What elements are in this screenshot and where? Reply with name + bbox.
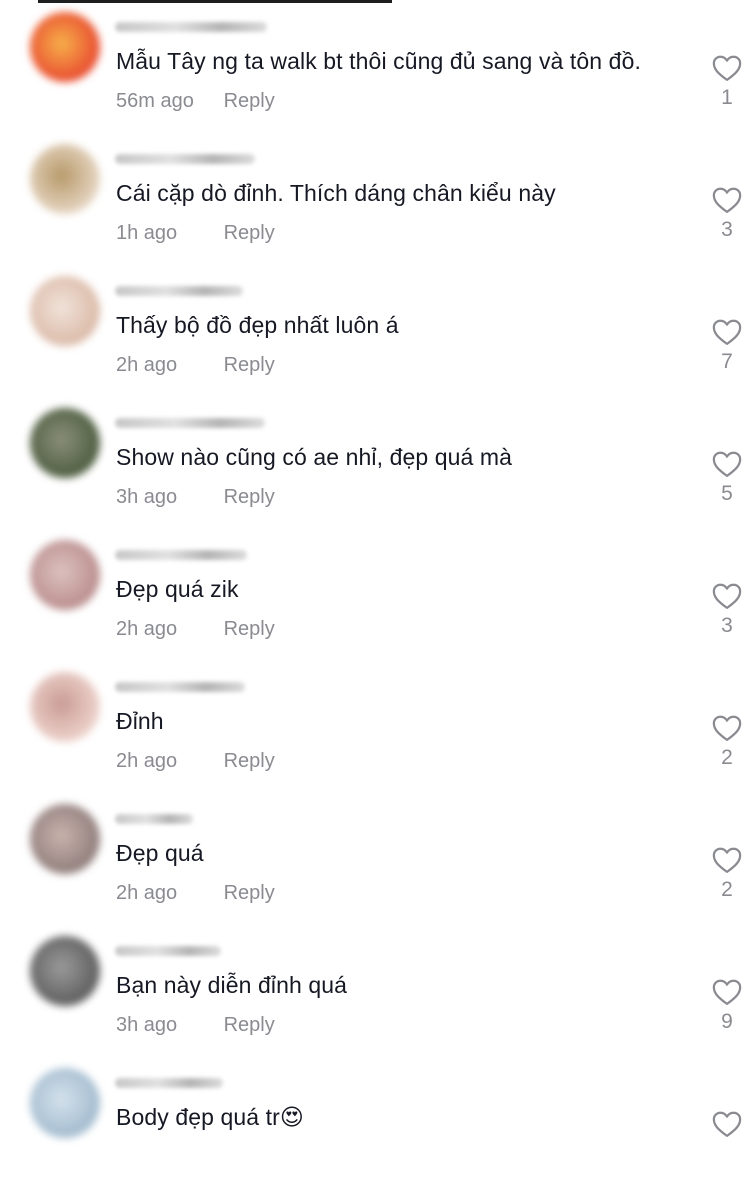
avatar[interactable] [30, 804, 100, 874]
comment-meta: 3h ago Reply [116, 1014, 275, 1037]
comment-time: 3h ago [116, 486, 178, 508]
like-count: 2 [721, 746, 733, 769]
comment-meta: 56m ago Reply [116, 90, 275, 113]
comment-time: 1h ago [116, 222, 178, 244]
reply-button[interactable]: Reply [224, 1014, 275, 1037]
avatar[interactable] [30, 672, 100, 742]
heart-icon[interactable] [712, 978, 742, 1006]
comment-item: Show nào cũng có ae nhỉ, đẹp quá mà 3h a… [0, 396, 756, 528]
comment-item: Cái cặp dò đỉnh. Thích dáng chân kiểu nà… [0, 132, 756, 264]
comment-text: Bạn này diễn đỉnh quá [116, 972, 348, 998]
username-blurred[interactable] [115, 814, 193, 824]
comment-meta: 2h ago Reply [116, 882, 275, 905]
comment-text: Cái cặp dò đỉnh. Thích dáng chân kiểu nà… [116, 180, 556, 206]
heart-icon[interactable] [712, 714, 742, 742]
comment-time: 3h ago [116, 1014, 178, 1036]
comment-item: Đỉnh 2h ago Reply 2 [0, 660, 756, 792]
comment-time: 2h ago [116, 882, 178, 904]
username-blurred[interactable] [115, 946, 221, 956]
comment-time: 2h ago [116, 354, 178, 376]
comment-meta: 3h ago Reply [116, 486, 275, 509]
username-blurred[interactable] [115, 1078, 223, 1088]
avatar[interactable] [30, 1068, 100, 1138]
heart-icon[interactable] [712, 318, 742, 346]
heart-icon[interactable] [712, 846, 742, 874]
like-count: 2 [721, 878, 733, 901]
reply-button[interactable]: Reply [224, 486, 275, 509]
comment-meta: 2h ago Reply [116, 618, 275, 641]
reply-button[interactable]: Reply [224, 354, 275, 377]
comment-time: 2h ago [116, 618, 178, 640]
comment-text: Đẹp quá [116, 840, 204, 866]
like-count: 9 [721, 1010, 733, 1033]
username-blurred[interactable] [115, 418, 265, 428]
comment-item: Đẹp quá 2h ago Reply 2 [0, 792, 756, 924]
comment-text: Body đẹp quá tr😍 [116, 1104, 304, 1130]
avatar[interactable] [30, 12, 100, 82]
comment-meta: 1h ago Reply [116, 222, 275, 245]
like-count: 5 [721, 482, 733, 505]
reply-button[interactable]: Reply [224, 750, 275, 773]
heart-icon[interactable] [712, 1110, 742, 1138]
username-blurred[interactable] [115, 682, 245, 692]
reply-button[interactable]: Reply [224, 90, 275, 113]
avatar[interactable] [30, 276, 100, 346]
like-count: 7 [721, 350, 733, 373]
avatar[interactable] [30, 540, 100, 610]
like-count: 1 [721, 86, 733, 109]
avatar[interactable] [30, 936, 100, 1006]
username-blurred[interactable] [115, 22, 267, 32]
comment-text: Đẹp quá zik [116, 576, 239, 602]
avatar[interactable] [30, 144, 100, 214]
comment-item: Bạn này diễn đỉnh quá 3h ago Reply 9 [0, 924, 756, 1056]
reply-button[interactable]: Reply [224, 882, 275, 905]
comment-item: Body đẹp quá tr😍 [0, 1056, 756, 1188]
comment-time: 56m ago [116, 90, 194, 112]
comment-item: Thấy bộ đồ đẹp nhất luôn á 2h ago Reply … [0, 264, 756, 396]
username-blurred[interactable] [115, 154, 255, 164]
reply-button[interactable]: Reply [224, 222, 275, 245]
username-blurred[interactable] [115, 286, 243, 296]
comment-item: Đẹp quá zik 2h ago Reply 3 [0, 528, 756, 660]
comment-meta: 2h ago Reply [116, 750, 275, 773]
comment-text: Show nào cũng có ae nhỉ, đẹp quá mà [116, 444, 513, 470]
comment-time: 2h ago [116, 750, 178, 772]
comment-meta: 2h ago Reply [116, 354, 275, 377]
heart-icon[interactable] [712, 450, 742, 478]
comment-text: Mẫu Tây ng ta walk bt thôi cũng đủ sang … [116, 48, 641, 74]
like-count: 3 [721, 218, 733, 241]
avatar[interactable] [30, 408, 100, 478]
heart-icon[interactable] [712, 582, 742, 610]
heart-icon[interactable] [712, 54, 742, 82]
username-blurred[interactable] [115, 550, 247, 560]
reply-button[interactable]: Reply [224, 618, 275, 641]
like-count: 3 [721, 614, 733, 637]
comment-item: Mẫu Tây ng ta walk bt thôi cũng đủ sang … [0, 0, 756, 132]
heart-icon[interactable] [712, 186, 742, 214]
comment-meta [116, 1146, 224, 1169]
comment-text: Đỉnh [116, 708, 164, 734]
comment-text: Thấy bộ đồ đẹp nhất luôn á [116, 312, 399, 338]
